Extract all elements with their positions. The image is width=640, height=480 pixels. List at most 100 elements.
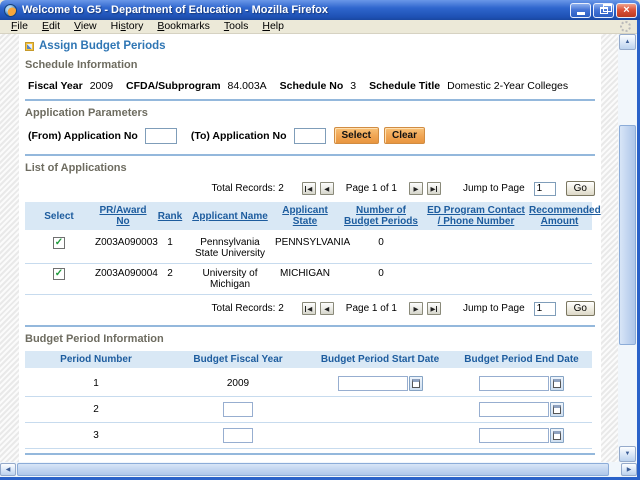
scroll-up-icon[interactable]: ▲ <box>619 34 636 50</box>
application-row: Z003A090003 1 Pennsylvania State Univers… <box>25 232 592 264</box>
divider <box>25 453 595 455</box>
clear-button[interactable]: Clear <box>384 127 425 144</box>
last-page-button[interactable]: ▶ <box>427 182 441 195</box>
jump-to-page-label: Jump to Page <box>463 303 525 314</box>
divider <box>25 154 595 156</box>
vertical-scrollbar-thumb[interactable] <box>619 125 636 345</box>
end-date-input[interactable] <box>479 402 549 417</box>
go-button[interactable]: Go <box>566 301 595 316</box>
menu-bookmarks[interactable]: Bookmarks <box>150 20 217 33</box>
menu-edit[interactable]: Edit <box>35 20 67 33</box>
ed-program-contact-cell <box>425 232 527 264</box>
application-row: Z003A090004 2 University of Michigan MIC… <box>25 264 592 295</box>
budget-fiscal-year-cell: 2009 <box>167 370 309 397</box>
recommended-amount-cell <box>527 264 592 295</box>
calendar-icon[interactable] <box>550 428 564 443</box>
page-content: Assign Budget Periods Schedule Informati… <box>19 34 601 462</box>
scroll-left-icon[interactable]: ◀ <box>0 463 16 476</box>
column-budget-period-start-date: Budget Period Start Date <box>309 351 451 370</box>
calendar-icon[interactable] <box>550 376 564 391</box>
throbber-icon <box>620 21 631 32</box>
menu-view[interactable]: View <box>67 20 104 33</box>
menu-file[interactable]: File <box>4 20 35 33</box>
cfda-subprogram-label: CFDA/Subprogram <box>126 80 221 92</box>
pagination-top: Total Records: 2 ◀ ◀ Page 1 of 1 ▶ ▶ Jum… <box>25 181 595 196</box>
page-title-icon <box>25 42 34 51</box>
vertical-scrollbar[interactable]: ▲ ▼ <box>618 34 637 462</box>
pagination-bottom: Total Records: 2 ◀ ◀ Page 1 of 1 ▶ ▶ Jum… <box>25 301 595 316</box>
budget-period-information-heading: Budget Period Information <box>25 333 595 345</box>
previous-page-button[interactable]: ◀ <box>320 182 334 195</box>
restore-icon <box>600 7 608 14</box>
schedule-fields: Fiscal Year2009 CFDA/Subprogram84.003A S… <box>25 80 595 92</box>
start-date-input[interactable] <box>338 376 408 391</box>
column-applicant-name[interactable]: Applicant Name <box>187 202 273 232</box>
previous-page-button[interactable]: ◀ <box>320 302 334 315</box>
schedule-information-heading: Schedule Information <box>25 59 595 71</box>
applications-table: Select PR/Award No Rank Applicant Name A… <box>25 202 592 295</box>
jump-to-page-label: Jump to Page <box>463 183 525 194</box>
to-application-no-input[interactable] <box>294 128 326 144</box>
menu-help[interactable]: Help <box>255 20 291 33</box>
period-number-cell: 2 <box>25 397 167 423</box>
next-page-button[interactable]: ▶ <box>409 182 423 195</box>
jump-to-page-input[interactable] <box>534 302 556 316</box>
pr-award-no-cell: Z003A090003 <box>93 232 153 264</box>
total-records-label: Total Records: 2 <box>212 183 284 194</box>
column-period-number: Period Number <box>25 351 167 370</box>
restore-button[interactable] <box>593 3 614 18</box>
calendar-icon[interactable] <box>409 376 423 391</box>
jump-to-page-input[interactable] <box>534 182 556 196</box>
rank-cell: 1 <box>153 232 187 264</box>
minimize-button[interactable] <box>570 3 591 18</box>
column-applicant-state[interactable]: Applicant State <box>273 202 337 232</box>
budget-fiscal-year-input[interactable] <box>223 402 253 417</box>
menu-history[interactable]: History <box>104 20 151 33</box>
pr-award-no-cell: Z003A090004 <box>93 264 153 295</box>
list-of-applications-heading: List of Applications <box>25 162 595 174</box>
column-pr-award-no[interactable]: PR/Award No <box>93 202 153 232</box>
recommended-amount-cell <box>527 232 592 264</box>
applicant-state-cell: PENNSYLVANIA <box>273 232 337 264</box>
browser-window: Welcome to G5 - Department of Education … <box>0 0 640 480</box>
budget-period-row: 1 2009 <box>25 370 592 397</box>
first-page-button[interactable]: ◀ <box>302 302 316 315</box>
calendar-icon[interactable] <box>550 402 564 417</box>
horizontal-scrollbar-thumb[interactable] <box>17 463 609 476</box>
budget-period-row: 3 <box>25 423 592 449</box>
cfda-subprogram-value: 84.003A <box>228 80 267 92</box>
last-page-button[interactable]: ▶ <box>427 302 441 315</box>
next-page-button[interactable]: ▶ <box>409 302 423 315</box>
scroll-down-icon[interactable]: ▼ <box>619 446 636 462</box>
horizontal-scrollbar[interactable]: ◀ ▶ <box>0 462 637 477</box>
first-page-button[interactable]: ◀ <box>302 182 316 195</box>
scroll-right-icon[interactable]: ▶ <box>621 463 637 476</box>
fiscal-year-value: 2009 <box>90 80 113 92</box>
select-button[interactable]: Select <box>334 127 379 144</box>
column-ed-program-contact[interactable]: ED Program Contact / Phone Number <box>425 202 527 232</box>
row-checkbox[interactable] <box>53 268 65 280</box>
application-parameters-heading: Application Parameters <box>25 107 595 119</box>
budget-fiscal-year-input[interactable] <box>223 428 253 443</box>
applicant-name-cell: University of Michigan <box>187 264 273 295</box>
menu-tools[interactable]: Tools <box>217 20 256 33</box>
column-budget-period-end-date: Budget Period End Date <box>451 351 592 370</box>
column-rank[interactable]: Rank <box>153 202 187 232</box>
end-date-input[interactable] <box>479 428 549 443</box>
to-application-no-label: (To) Application No <box>191 130 287 142</box>
schedule-no-label: Schedule No <box>280 80 344 92</box>
from-application-no-label: (From) Application No <box>28 130 138 142</box>
row-checkbox[interactable] <box>53 237 65 249</box>
column-number-of-budget-periods[interactable]: Number of Budget Periods <box>337 202 425 232</box>
column-recommended-amount[interactable]: Recommended Amount <box>527 202 592 232</box>
applicant-name-cell: Pennsylvania State University <box>187 232 273 264</box>
schedule-no-value: 3 <box>350 80 356 92</box>
applications-table-header: Select PR/Award No Rank Applicant Name A… <box>25 202 592 232</box>
close-button[interactable]: × <box>616 3 637 18</box>
right-margin-pattern <box>601 34 618 462</box>
budget-periods-cell: 0 <box>337 232 425 264</box>
end-date-input[interactable] <box>479 376 549 391</box>
from-application-no-input[interactable] <box>145 128 177 144</box>
applicant-state-cell: MICHIGAN <box>273 264 337 295</box>
go-button[interactable]: Go <box>566 181 595 196</box>
